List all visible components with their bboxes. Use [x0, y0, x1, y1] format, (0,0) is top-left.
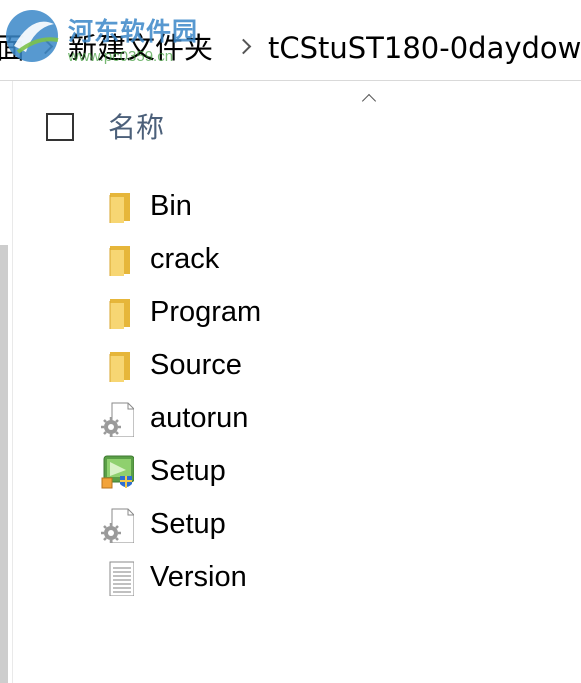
pane-divider[interactable] [12, 81, 13, 683]
installer-icon [101, 455, 134, 489]
select-all-checkbox[interactable] [46, 113, 74, 141]
breadcrumb-chevron-icon[interactable] [235, 38, 252, 55]
file-name: Setup [150, 455, 226, 487]
list-item[interactable]: Program [96, 286, 576, 339]
list-item[interactable]: Version [96, 551, 576, 604]
file-name: Setup [150, 508, 226, 540]
list-item[interactable]: crack [96, 233, 576, 286]
folder-icon [109, 299, 130, 329]
folder-icon [109, 352, 130, 382]
breadcrumb-item-desktop[interactable]: 面 [0, 28, 25, 68]
sort-ascending-icon[interactable] [361, 93, 377, 109]
folder-icon [109, 193, 130, 223]
list-item[interactable]: Setup [96, 498, 576, 551]
list-item[interactable]: Setup [96, 445, 576, 498]
file-name: Program [150, 296, 262, 328]
settings-file-icon [101, 402, 134, 437]
column-header-name[interactable]: 名称 [108, 110, 164, 146]
settings-file-icon [101, 508, 134, 543]
breadcrumb-chevron-icon[interactable] [37, 38, 54, 55]
text-file-icon [109, 561, 134, 596]
folder-icon [109, 246, 130, 276]
list-item[interactable]: Bin [96, 180, 576, 233]
file-name: Source [150, 349, 242, 381]
file-name: Version [150, 561, 247, 593]
breadcrumb-item-new-folder[interactable]: 新建文件夹 [68, 28, 213, 68]
breadcrumb-item-current-folder[interactable]: tCStuST180-0daydow [268, 28, 581, 68]
file-name: Bin [150, 190, 192, 222]
file-name: crack [150, 243, 220, 275]
navigation-pane-scrollbar[interactable] [0, 245, 8, 683]
address-bar[interactable]: 面 新建文件夹 tCStuST180-0daydow [0, 0, 581, 81]
list-item[interactable]: Source [96, 339, 576, 392]
file-name: autorun [150, 402, 249, 434]
list-item[interactable]: autorun [96, 392, 576, 445]
